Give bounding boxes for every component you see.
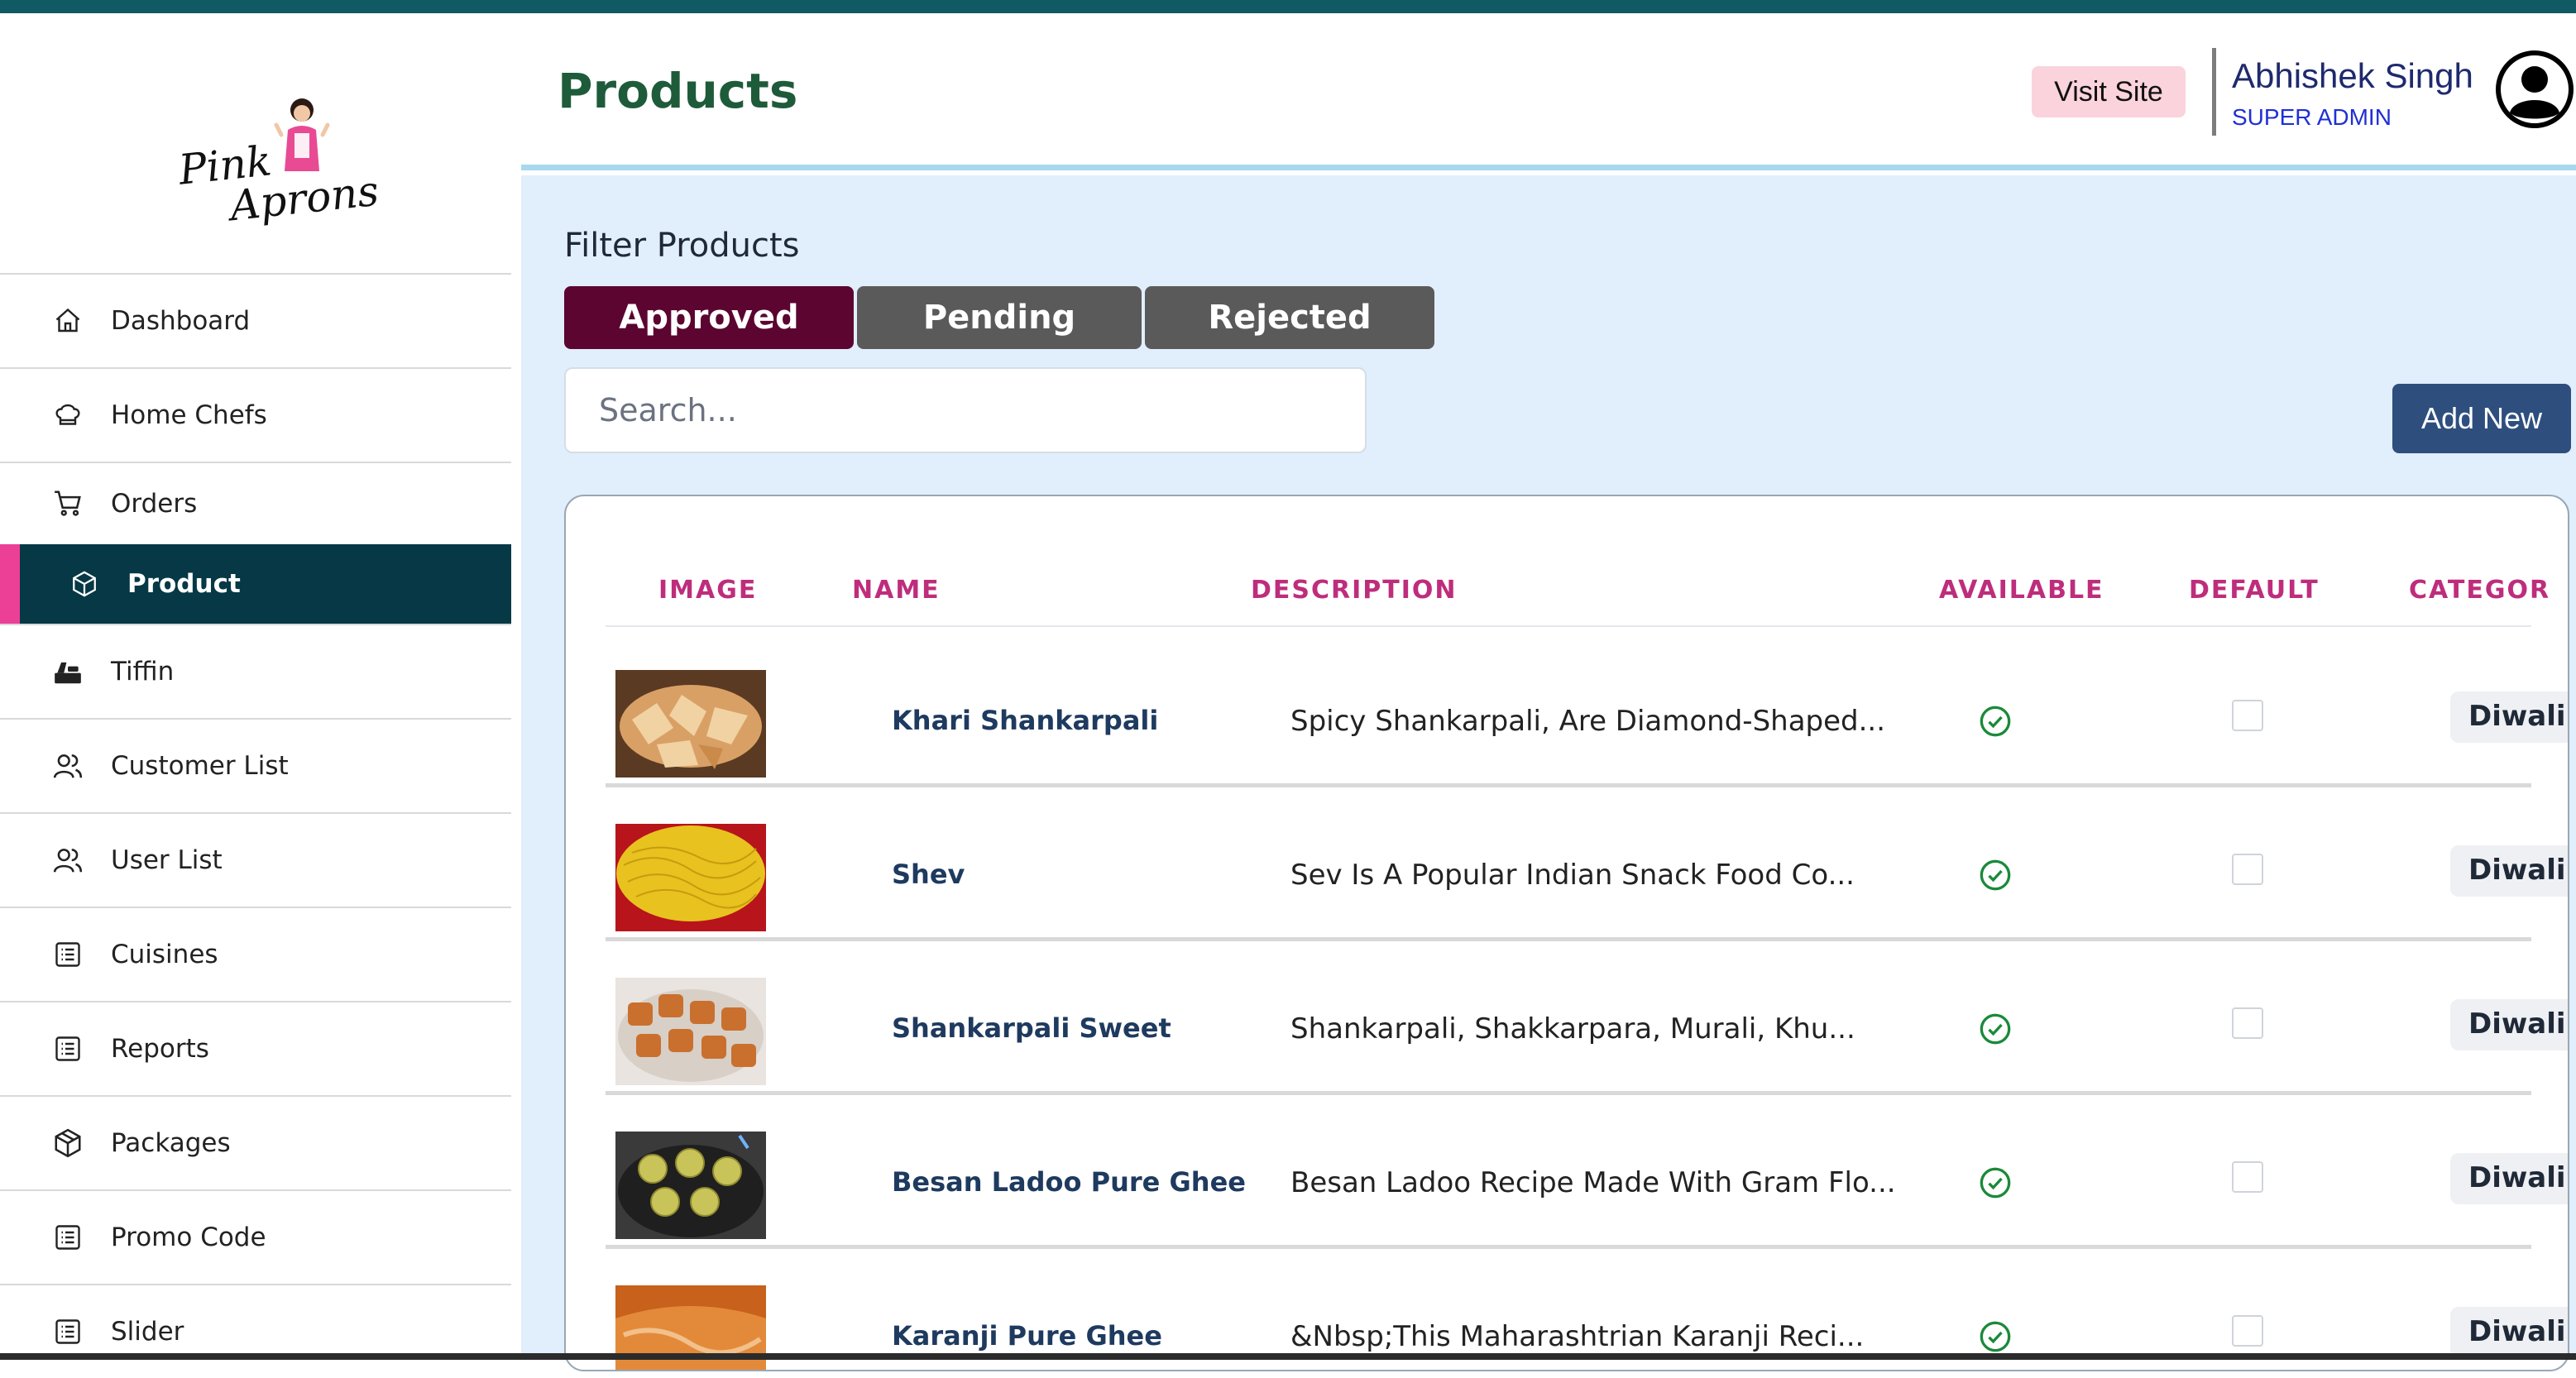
sidebar-item-packages[interactable]: Packages bbox=[0, 1095, 511, 1189]
main-content: Filter Products Approved Pending Rejecte… bbox=[521, 175, 2576, 1371]
table-row[interactable]: Besan Ladoo Pure Ghee Besan Ladoo Recipe… bbox=[606, 1107, 2568, 1249]
sidebar-item-user-list[interactable]: User List bbox=[0, 812, 511, 907]
sidebar-item-label: User List bbox=[111, 845, 223, 875]
user-role: SUPER ADMIN bbox=[2232, 104, 2392, 130]
users-icon bbox=[51, 749, 84, 782]
default-checkbox[interactable] bbox=[2232, 854, 2263, 885]
bottom-edge bbox=[0, 1353, 2576, 1360]
sidebar: Pink Aprons Dashboard Home Chefs Orders bbox=[0, 13, 511, 1353]
sidebar-item-label: Product bbox=[127, 569, 241, 599]
default-checkbox[interactable] bbox=[2232, 1315, 2263, 1347]
column-header-category[interactable]: CATEGOR bbox=[2409, 576, 2550, 605]
chef-girl-illustration bbox=[274, 98, 330, 171]
tab-rejected[interactable]: Rejected bbox=[1145, 286, 1434, 349]
sidebar-item-reports[interactable]: Reports bbox=[0, 1001, 511, 1095]
list-icon bbox=[51, 1032, 84, 1065]
product-description: &Nbsp;This Maharashtrian Karanji Reci... bbox=[1290, 1320, 1865, 1353]
product-name[interactable]: Shankarpali Sweet bbox=[892, 1012, 1171, 1044]
sidebar-item-label: Home Chefs bbox=[111, 400, 267, 430]
table-row[interactable]: Shev Sev Is A Popular Indian Snack Food … bbox=[606, 799, 2568, 941]
product-description: Besan Ladoo Recipe Made With Gram Flo... bbox=[1290, 1166, 1896, 1199]
category-badge: Diwali S bbox=[2450, 845, 2568, 897]
tab-pending[interactable]: Pending bbox=[857, 286, 1142, 349]
column-header-available[interactable]: AVAILABLE bbox=[1939, 576, 2104, 605]
available-check-icon bbox=[1980, 706, 2011, 737]
sidebar-item-label: Dashboard bbox=[111, 306, 251, 336]
sidebar-item-label: Tiffin bbox=[111, 657, 175, 687]
category-badge: Diwali S bbox=[2450, 691, 2568, 743]
product-description: Shankarpali, Shakkarpara, Murali, Khu... bbox=[1290, 1012, 1855, 1045]
product-name[interactable]: Khari Shankarpali bbox=[892, 705, 1158, 736]
sidebar-item-label: Packages bbox=[111, 1128, 231, 1158]
package-icon bbox=[51, 1127, 84, 1160]
sidebar-item-cuisines[interactable]: Cuisines bbox=[0, 907, 511, 1001]
default-checkbox[interactable] bbox=[2232, 1161, 2263, 1193]
product-image bbox=[615, 1132, 766, 1239]
sidebar-item-promo-code[interactable]: Promo Code bbox=[0, 1189, 511, 1284]
column-header-name[interactable]: NAME bbox=[852, 576, 941, 605]
sidebar-item-customer-list[interactable]: Customer List bbox=[0, 718, 511, 812]
page-header: Products Visit Site Abhishek Singh SUPER… bbox=[521, 13, 2576, 170]
header-divider bbox=[2212, 48, 2216, 136]
category-badge: Diwali S bbox=[2450, 1307, 2568, 1358]
sidebar-item-slider[interactable]: Slider bbox=[0, 1284, 511, 1378]
list-icon bbox=[51, 1315, 84, 1348]
column-header-image[interactable]: IMAGE bbox=[658, 576, 757, 605]
sidebar-item-label: Cuisines bbox=[111, 940, 218, 969]
product-name[interactable]: Besan Ladoo Pure Ghee bbox=[892, 1166, 1246, 1198]
add-new-button[interactable]: Add New bbox=[2392, 384, 2571, 453]
avatar-icon[interactable] bbox=[2495, 50, 2574, 129]
product-image bbox=[615, 824, 766, 931]
sidebar-item-label: Promo Code bbox=[111, 1222, 266, 1252]
default-checkbox[interactable] bbox=[2232, 700, 2263, 731]
sidebar-item-dashboard[interactable]: Dashboard bbox=[0, 273, 511, 367]
box-icon bbox=[68, 567, 101, 600]
sidebar-item-home-chefs[interactable]: Home Chefs bbox=[0, 367, 511, 462]
product-image bbox=[615, 670, 766, 778]
sidebar-item-orders[interactable]: Orders bbox=[0, 462, 511, 544]
sidebar-item-label: Reports bbox=[111, 1034, 209, 1064]
tab-approved[interactable]: Approved bbox=[564, 286, 854, 349]
available-check-icon bbox=[1980, 1013, 2011, 1045]
sidebar-nav: Dashboard Home Chefs Orders Product Tiff… bbox=[0, 273, 511, 1378]
search-input[interactable] bbox=[564, 367, 1367, 453]
page-title: Products bbox=[558, 63, 798, 119]
available-check-icon bbox=[1980, 1167, 2011, 1199]
cart-icon bbox=[51, 487, 84, 520]
category-badge: Diwali S bbox=[2450, 999, 2568, 1050]
products-table: IMAGE NAME DESCRIPTION AVAILABLE DEFAULT… bbox=[564, 495, 2569, 1371]
list-icon bbox=[51, 1221, 84, 1254]
sidebar-item-tiffin[interactable]: Tiffin bbox=[0, 624, 511, 718]
table-row[interactable]: Khari Shankarpali Spicy Shankarpali, Are… bbox=[606, 645, 2568, 787]
available-check-icon bbox=[1980, 1321, 2011, 1352]
product-description: Sev Is A Popular Indian Snack Food Co... bbox=[1290, 859, 1855, 892]
sidebar-item-product[interactable]: Product bbox=[0, 544, 511, 624]
user-name: Abhishek Singh bbox=[2232, 56, 2473, 95]
table-row[interactable]: Shankarpali Sweet Shankarpali, Shakkarpa… bbox=[606, 953, 2568, 1095]
product-name[interactable]: Karanji Pure Ghee bbox=[892, 1320, 1162, 1352]
default-checkbox[interactable] bbox=[2232, 1007, 2263, 1039]
list-icon bbox=[51, 938, 84, 971]
product-description: Spicy Shankarpali, Are Diamond-Shaped... bbox=[1290, 705, 1886, 738]
available-check-icon bbox=[1980, 859, 2011, 891]
users-icon bbox=[51, 844, 84, 877]
sidebar-item-label: Orders bbox=[111, 489, 198, 519]
brand-logo[interactable]: Pink Aprons bbox=[174, 92, 381, 232]
chef-hat-icon bbox=[51, 399, 84, 432]
filter-tabs: Approved Pending Rejected bbox=[564, 286, 1434, 349]
product-image bbox=[615, 978, 766, 1085]
filter-title: Filter Products bbox=[564, 227, 800, 265]
category-badge: Diwali S bbox=[2450, 1153, 2568, 1204]
sidebar-item-label: Customer List bbox=[111, 751, 289, 781]
tiffin-icon bbox=[51, 655, 84, 688]
column-header-description[interactable]: DESCRIPTION bbox=[1251, 576, 1458, 605]
table-header: IMAGE NAME DESCRIPTION AVAILABLE DEFAULT… bbox=[606, 554, 2549, 627]
product-name[interactable]: Shev bbox=[892, 859, 965, 890]
column-header-default[interactable]: DEFAULT bbox=[2189, 576, 2320, 605]
top-accent-bar bbox=[0, 0, 2576, 13]
home-icon bbox=[51, 304, 84, 337]
visit-site-button[interactable]: Visit Site bbox=[2032, 66, 2186, 117]
sidebar-item-label: Slider bbox=[111, 1317, 184, 1347]
